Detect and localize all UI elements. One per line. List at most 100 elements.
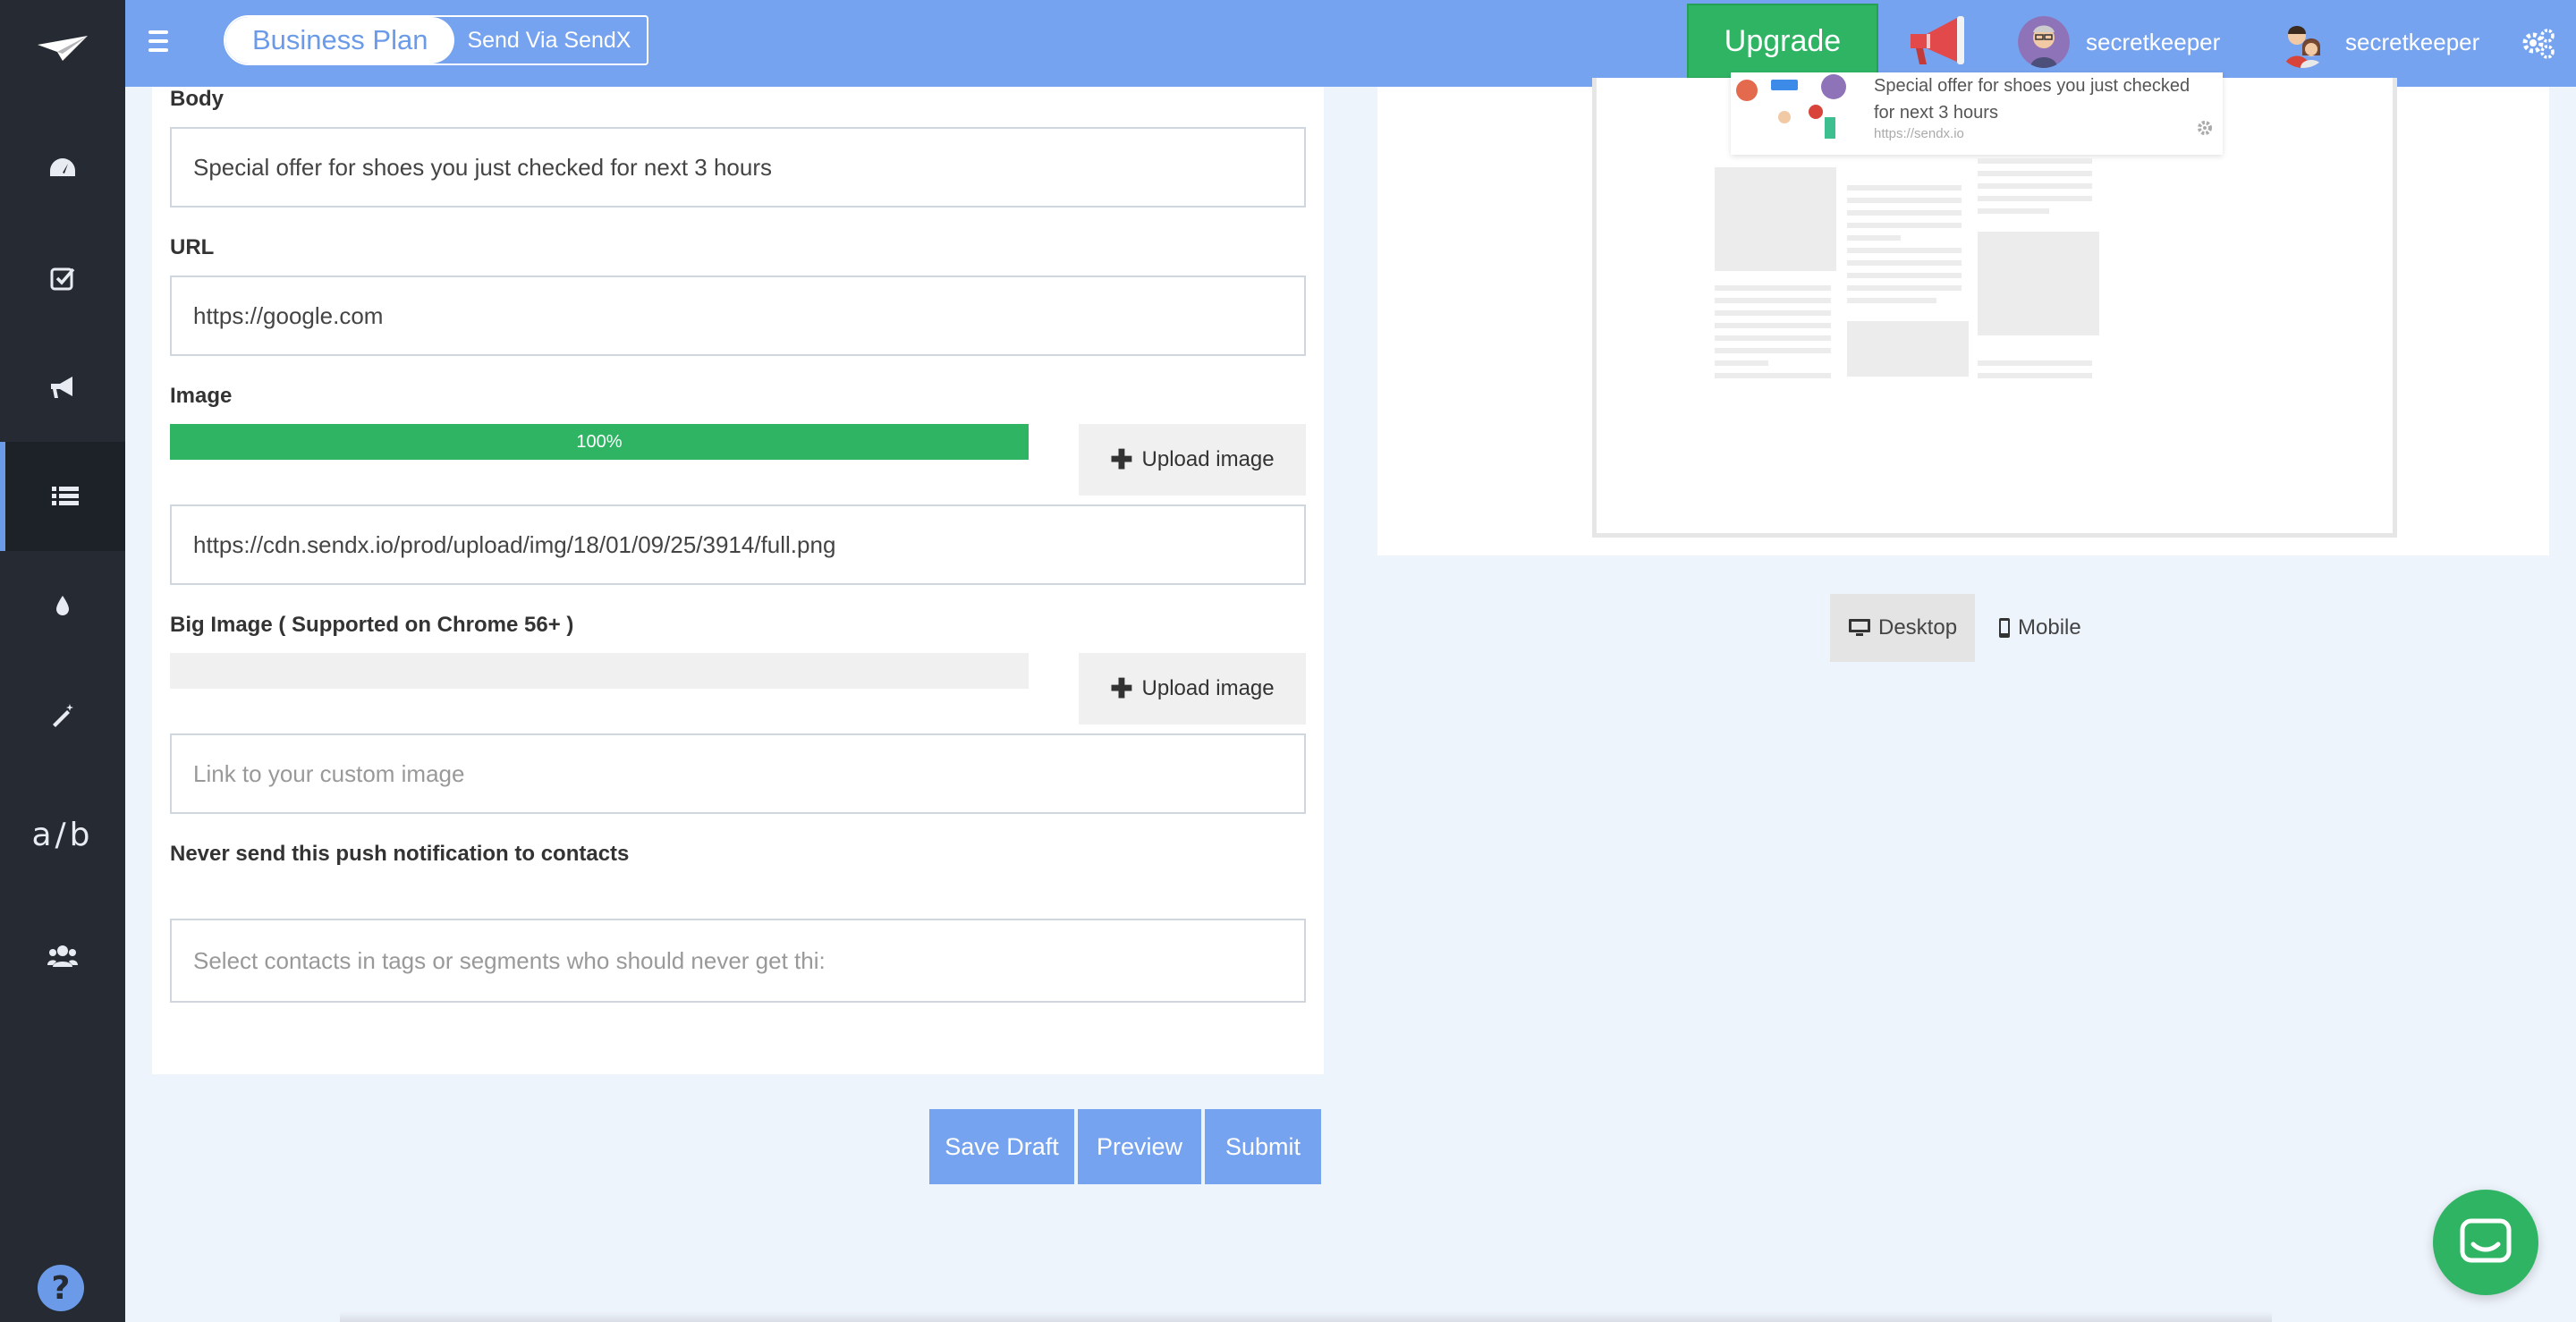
announcements-megaphone-icon[interactable] bbox=[1907, 13, 1970, 70]
placeholder-block bbox=[1715, 167, 1836, 271]
sidebar-item-automation[interactable] bbox=[0, 660, 125, 769]
desktop-icon bbox=[1849, 619, 1870, 636]
sidebar-item-campaigns[interactable] bbox=[0, 333, 125, 442]
paper-plane-icon bbox=[38, 36, 88, 61]
placeholder-line bbox=[1847, 198, 1962, 203]
chat-icon bbox=[2460, 1218, 2512, 1263]
big-image-upload-progress bbox=[170, 653, 1029, 689]
plan-group: Business Plan Send Via SendX bbox=[224, 15, 649, 65]
url-input[interactable]: https://google.com bbox=[170, 275, 1306, 356]
image-upload-progress: 100% bbox=[170, 424, 1029, 460]
preview-button[interactable]: Preview bbox=[1078, 1109, 1201, 1184]
placeholder-line bbox=[1978, 171, 2092, 176]
desktop-view-button[interactable]: Desktop bbox=[1830, 594, 1976, 662]
page-bottom-shadow bbox=[340, 1311, 2272, 1322]
chat-widget-button[interactable] bbox=[2433, 1190, 2538, 1295]
url-label: URL bbox=[170, 235, 215, 259]
settings-gears-icon[interactable] bbox=[2521, 25, 2556, 61]
placeholder-block bbox=[1847, 321, 1969, 377]
placeholder-line bbox=[1715, 310, 1831, 316]
sidebar: a/b ? bbox=[0, 0, 125, 1322]
placeholder-line bbox=[1715, 360, 1768, 366]
placeholder-line bbox=[1847, 235, 1901, 241]
sidebar-item-team[interactable] bbox=[0, 902, 125, 1011]
sidebar-item-lists[interactable] bbox=[0, 442, 125, 551]
dashboard-icon bbox=[50, 158, 75, 176]
user-name: secretkeeper bbox=[2086, 28, 2221, 55]
excluded-contacts-select[interactable]: Select contacts in tags or segments who … bbox=[170, 919, 1306, 1003]
custom-image-input[interactable]: Link to your custom image bbox=[170, 733, 1306, 814]
body-label: Body bbox=[170, 87, 224, 111]
avatar bbox=[2018, 16, 2070, 68]
send-via-sendx-link[interactable]: Send Via SendX bbox=[454, 17, 647, 64]
push-notification-form: Body Special offer for shoes you just ch… bbox=[152, 87, 1324, 1074]
mobile-icon bbox=[1999, 618, 2010, 638]
desktop-preview-frame: Special offer for shoes you just checked… bbox=[1592, 72, 2397, 538]
notification-url: https://sendx.io bbox=[1874, 126, 1964, 141]
image-url-input[interactable]: https://cdn.sendx.io/prod/upload/img/18/… bbox=[170, 504, 1306, 585]
upload-image-label: Upload image bbox=[1141, 676, 1275, 700]
notification-preview: Special offer for shoes you just checked… bbox=[1377, 72, 2549, 555]
hamburger-menu-icon[interactable] bbox=[148, 23, 184, 59]
upgrade-button[interactable]: Upgrade bbox=[1687, 4, 1878, 79]
form-actions: Save Draft Preview Submit bbox=[929, 1109, 1321, 1184]
submit-button[interactable]: Submit bbox=[1205, 1109, 1321, 1184]
mobile-label: Mobile bbox=[2018, 615, 2081, 640]
placeholder-line bbox=[1847, 285, 1962, 291]
ab-test-icon: a/b bbox=[31, 816, 94, 853]
placeholder-line bbox=[1847, 185, 1962, 191]
big-image-label: Big Image ( Supported on Chrome 56+ ) bbox=[170, 613, 574, 637]
notification-image bbox=[1736, 74, 1846, 139]
upload-big-image-button[interactable]: ✚ Upload image bbox=[1079, 653, 1306, 725]
placeholder-line bbox=[1847, 223, 1962, 228]
never-send-label: Never send this push notification to con… bbox=[170, 842, 630, 866]
plus-icon: ✚ bbox=[1110, 445, 1133, 475]
sidebar-item-ab-test[interactable]: a/b bbox=[0, 780, 125, 889]
megaphone-icon bbox=[51, 377, 72, 398]
placeholder-line bbox=[1715, 285, 1831, 291]
users-icon bbox=[47, 945, 78, 967]
placeholder-line bbox=[1978, 208, 2049, 214]
placeholder-line bbox=[1847, 298, 1936, 303]
placeholder-line bbox=[1715, 373, 1831, 378]
placeholder-line bbox=[1978, 183, 2092, 189]
placeholder-line bbox=[1715, 298, 1831, 303]
body-input[interactable]: Special offer for shoes you just checked… bbox=[170, 127, 1306, 208]
user-menu[interactable]: secretkeeper bbox=[2018, 14, 2220, 70]
placeholder-line bbox=[1847, 210, 1962, 216]
placeholder-line bbox=[1978, 360, 2092, 366]
sidebar-item-drip[interactable] bbox=[0, 551, 125, 660]
placeholder-block bbox=[1978, 232, 2099, 335]
placeholder-line bbox=[1847, 248, 1962, 253]
magic-wand-icon bbox=[53, 704, 73, 727]
drop-icon bbox=[56, 596, 69, 615]
list-icon bbox=[52, 487, 79, 505]
notification-body: Special offer for shoes you just checked… bbox=[1874, 76, 2190, 123]
placeholder-line bbox=[1978, 158, 2092, 164]
avatar bbox=[2277, 16, 2329, 68]
help-icon[interactable]: ? bbox=[38, 1265, 84, 1311]
placeholder-line bbox=[1715, 348, 1831, 353]
image-label: Image bbox=[170, 384, 233, 408]
user-name: secretkeeper bbox=[2345, 28, 2480, 55]
plus-icon: ✚ bbox=[1110, 674, 1133, 704]
progress-fill: 100% bbox=[170, 424, 1029, 460]
placeholder-line bbox=[1978, 373, 2092, 378]
gear-icon bbox=[2198, 121, 2212, 135]
desktop-label: Desktop bbox=[1878, 615, 1958, 640]
placeholder-line bbox=[1715, 335, 1831, 341]
save-draft-button[interactable]: Save Draft bbox=[929, 1109, 1074, 1184]
checklist-icon bbox=[50, 267, 75, 291]
placeholder-line bbox=[1847, 260, 1962, 266]
account-menu[interactable]: secretkeeper bbox=[2277, 14, 2479, 70]
upload-image-button[interactable]: ✚ Upload image bbox=[1079, 424, 1306, 496]
sidebar-item-dashboard[interactable] bbox=[0, 114, 125, 224]
upload-image-label: Upload image bbox=[1141, 447, 1275, 471]
placeholder-line bbox=[1978, 196, 2092, 201]
sidebar-item-tasks[interactable] bbox=[0, 224, 125, 333]
placeholder-line bbox=[1847, 273, 1962, 278]
sendx-logo[interactable] bbox=[0, 0, 125, 98]
mobile-view-button[interactable]: Mobile bbox=[1980, 594, 2099, 662]
notification-card: Special offer for shoes you just checked… bbox=[1731, 72, 2223, 155]
business-plan-badge[interactable]: Business Plan bbox=[225, 17, 455, 64]
